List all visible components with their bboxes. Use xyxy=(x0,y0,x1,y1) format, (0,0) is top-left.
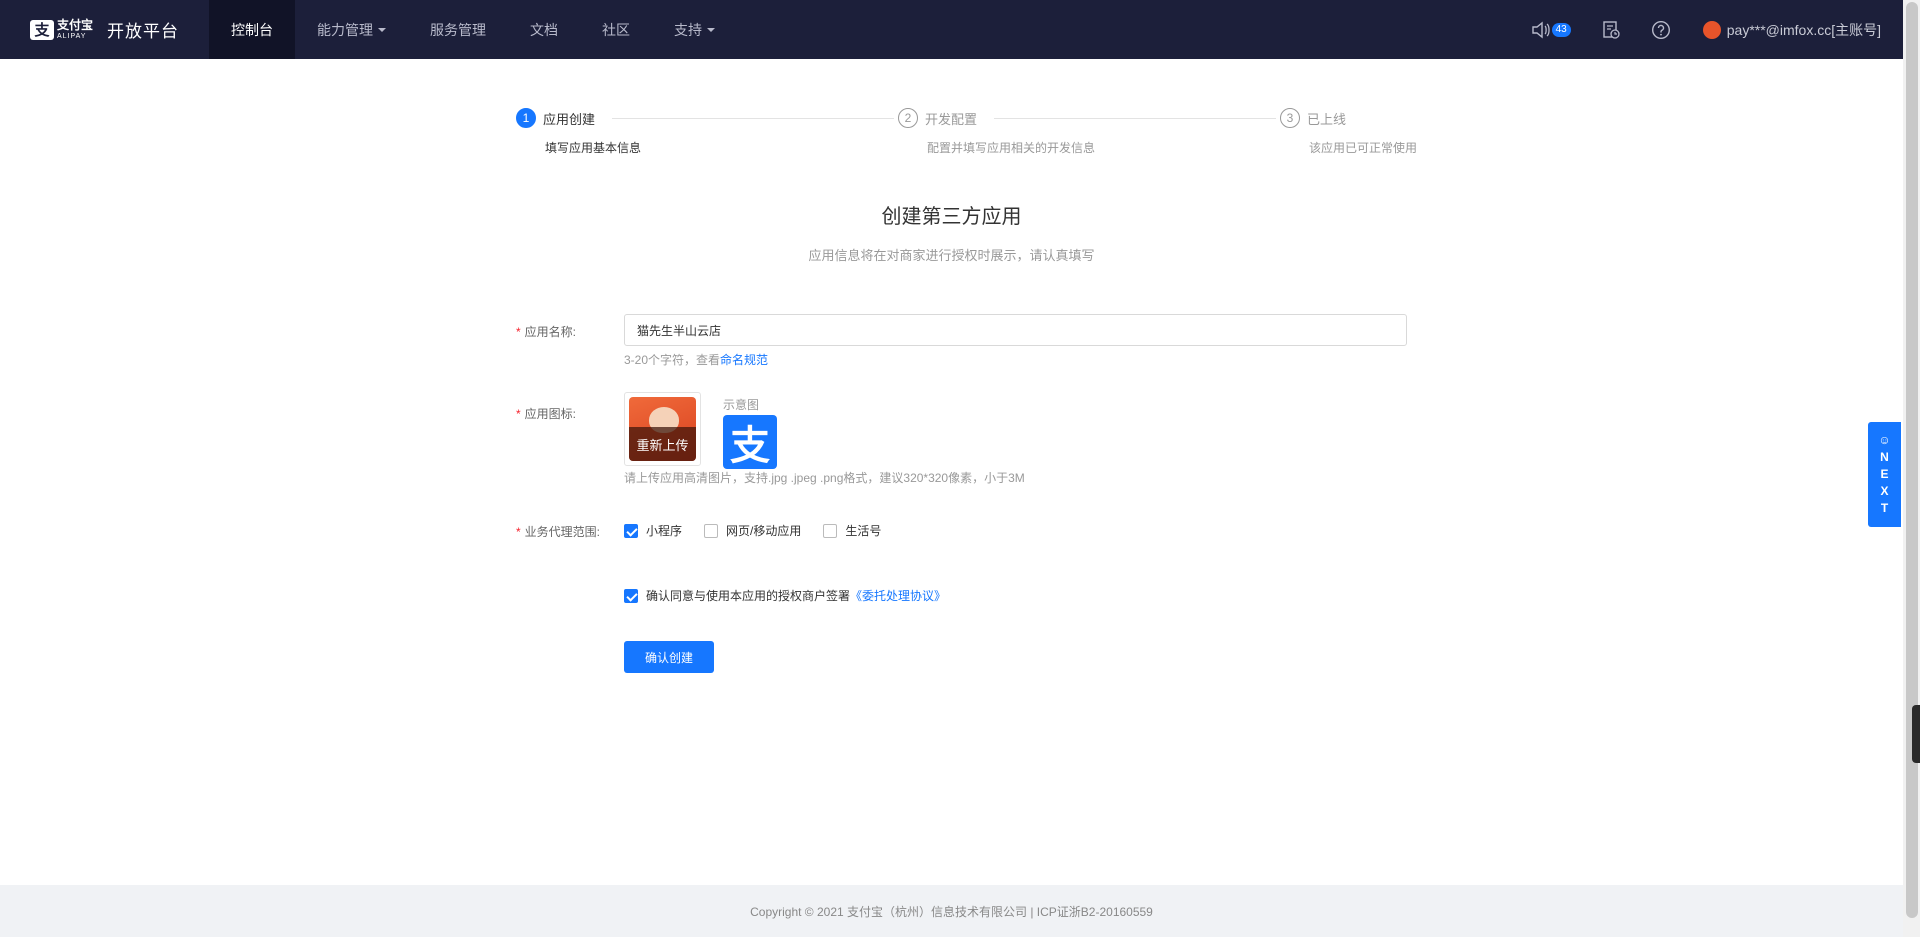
next-letter: X xyxy=(1880,484,1889,498)
scope-options: 小程序 网页/移动应用 生活号 xyxy=(624,522,903,539)
notification-button[interactable]: 43 xyxy=(1531,21,1571,39)
app-name-label: * 应用名称: xyxy=(516,323,576,340)
scope-life-account-checkbox[interactable]: 生活号 xyxy=(823,522,881,539)
step-3: 3 已上线 该应用已可正常使用 xyxy=(1280,108,1417,156)
step-desc: 填写应用基本信息 xyxy=(545,141,642,155)
scope-web-mobile-checkbox[interactable]: 网页/移动应用 xyxy=(704,522,801,539)
nav-label: 控制台 xyxy=(231,21,273,38)
reupload-button[interactable]: 重新上传 xyxy=(629,427,696,461)
main-nav: 控制台 能力管理 服务管理 文档 社区 支持 xyxy=(209,0,737,59)
alipay-sample-icon: 支 xyxy=(723,415,777,469)
nav-item-docs[interactable]: 文档 xyxy=(508,0,580,59)
platform-title: 开放平台 xyxy=(107,22,180,41)
speaker-icon xyxy=(1531,21,1550,38)
app-icon-hint: 请上传应用高清图片，支持.jpg .jpeg .png格式，建议320*320像… xyxy=(624,471,1025,485)
next-float-button[interactable]: ☺ N E X T xyxy=(1868,422,1901,527)
nav-item-console[interactable]: 控制台 xyxy=(209,0,295,59)
page-title: 创建第三方应用 xyxy=(881,206,1022,228)
nav-label: 支持 xyxy=(674,21,702,38)
alipay-logo-icon: 支 xyxy=(30,19,54,40)
naming-rules-link[interactable]: 命名规范 xyxy=(720,353,768,367)
agreement: 确认同意与使用本应用的授权商户签署 《委托处理协议》 xyxy=(624,587,946,604)
brand[interactable]: 支 支付宝 ALIPAY 开放平台 xyxy=(0,0,209,59)
next-letter: N xyxy=(1880,450,1889,464)
scrollbar[interactable] xyxy=(1903,0,1920,937)
checkbox-label: 生活号 xyxy=(845,524,882,538)
label-text: 应用图标: xyxy=(524,407,577,421)
notification-badge: 43 xyxy=(1551,22,1571,37)
checkbox-label: 网页/移动应用 xyxy=(726,524,802,538)
nav-item-community[interactable]: 社区 xyxy=(580,0,652,59)
checkbox-label: 小程序 xyxy=(646,524,683,538)
step-number: 1 xyxy=(516,108,536,128)
icon-upload[interactable]: 重新上传 xyxy=(624,392,701,466)
scrollbar-thumb[interactable] xyxy=(1906,2,1918,918)
step-title: 应用创建 xyxy=(543,111,596,127)
nav-label: 能力管理 xyxy=(317,21,373,38)
agreement-checkbox[interactable] xyxy=(624,588,638,603)
caret-down-icon xyxy=(378,27,386,32)
task-button[interactable] xyxy=(1601,20,1621,40)
help-button[interactable] xyxy=(1651,20,1671,40)
uploaded-app-icon: 重新上传 xyxy=(629,397,696,461)
step-number: 2 xyxy=(898,108,918,128)
hint-text: 3-20个字符，查看 xyxy=(624,353,721,367)
nav-item-support[interactable]: 支持 xyxy=(652,0,737,59)
label-text: 应用名称: xyxy=(524,325,577,339)
nav-label: 文档 xyxy=(530,21,558,38)
step-divider xyxy=(612,118,894,119)
step-title: 开发配置 xyxy=(925,111,978,127)
checkbox-unchecked[interactable] xyxy=(704,523,719,538)
checkbox-checked[interactable] xyxy=(624,523,638,538)
next-letter: E xyxy=(1880,467,1889,481)
app-name-input[interactable] xyxy=(624,314,1407,346)
step-desc: 配置并填写应用相关的开发信息 xyxy=(927,141,1096,155)
required-mark: * xyxy=(516,525,521,539)
checkbox-unchecked[interactable] xyxy=(823,523,838,538)
copyright-text: Copyright © 2021 支付宝（杭州）信息技术有限公司 | ICP证浙… xyxy=(750,904,1153,919)
side-widget-handle[interactable] xyxy=(1912,705,1920,763)
required-mark: * xyxy=(516,407,521,421)
nav-item-service[interactable]: 服务管理 xyxy=(408,0,508,59)
nav-item-capability[interactable]: 能力管理 xyxy=(295,0,408,59)
document-clock-icon xyxy=(1603,20,1620,39)
confirm-create-button[interactable]: 确认创建 xyxy=(624,641,714,673)
sample-label: 示意图 xyxy=(723,398,760,412)
step-number: 3 xyxy=(1280,108,1300,128)
nav-label: 服务管理 xyxy=(430,21,486,38)
required-mark: * xyxy=(516,325,521,339)
step-title: 已上线 xyxy=(1307,111,1347,127)
step-2: 2 开发配置 配置并填写应用相关的开发信息 xyxy=(898,108,1095,156)
logo-cn: 支付宝 xyxy=(57,18,94,32)
scope-miniprogram-checkbox[interactable]: 小程序 xyxy=(624,522,682,539)
top-nav-bar: 支 支付宝 ALIPAY 开放平台 控制台 能力管理 服务管理 文档 社区 支持… xyxy=(0,0,1903,59)
user-account: pay***@imfox.cc[主账号] xyxy=(1726,21,1881,38)
scope-label: * 业务代理范围: xyxy=(516,523,600,540)
label-text: 业务代理范围: xyxy=(524,525,601,539)
app-icon-label: * 应用图标: xyxy=(516,405,576,422)
footer: Copyright © 2021 支付宝（杭州）信息技术有限公司 | ICP证浙… xyxy=(0,885,1903,937)
user-menu[interactable]: pay***@imfox.cc[主账号] xyxy=(1702,20,1881,40)
robot-icon: ☺ xyxy=(1878,433,1891,447)
caret-down-icon xyxy=(707,27,715,32)
question-icon xyxy=(1651,20,1670,39)
step-desc: 该应用已可正常使用 xyxy=(1309,141,1418,155)
next-letter: T xyxy=(1880,501,1889,515)
agreement-link[interactable]: 《委托处理协议》 xyxy=(850,587,946,604)
alipay-logo-text: 支付宝 ALIPAY xyxy=(57,19,93,40)
logo-en: ALIPAY xyxy=(57,33,87,40)
nav-right: 43 pay***@imfox.cc[主账号] xyxy=(1501,0,1881,59)
agreement-text: 确认同意与使用本应用的授权商户签署 xyxy=(646,589,851,603)
nav-label: 社区 xyxy=(602,21,630,38)
page-subtitle: 应用信息将在对商家进行授权时展示，请认真填写 xyxy=(808,248,1095,263)
step-1: 1 应用创建 填写应用基本信息 xyxy=(516,108,641,156)
avatar xyxy=(1702,20,1721,39)
app-name-hint: 3-20个字符，查看命名规范 xyxy=(624,351,768,368)
